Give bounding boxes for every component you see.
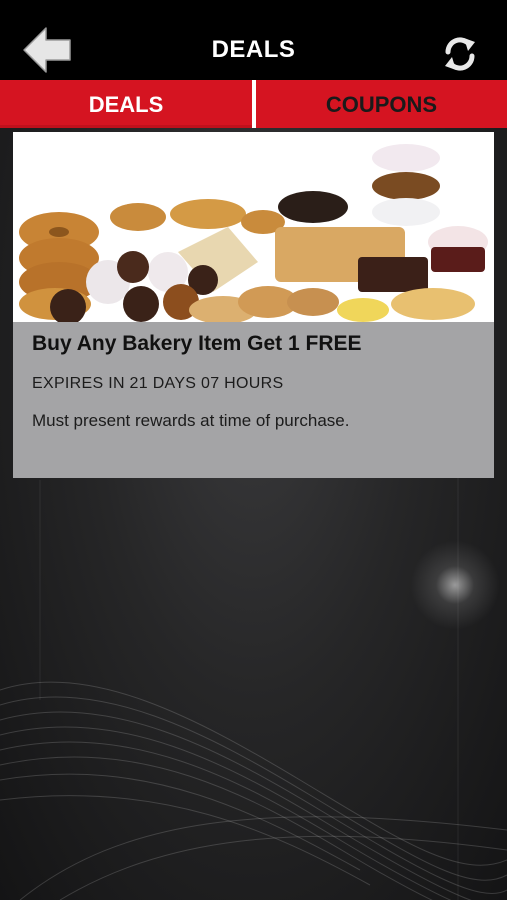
page-title: DEALS: [211, 36, 296, 63]
deal-card[interactable]: Buy Any Bakery Item Get 1 FREE EXPIRES I…: [13, 132, 494, 478]
refresh-button[interactable]: [440, 34, 480, 74]
deal-image: [13, 132, 494, 322]
back-button[interactable]: [22, 26, 74, 78]
tab-bar: DEALS COUPONS: [0, 80, 507, 128]
tab-deals[interactable]: DEALS: [0, 80, 252, 128]
back-arrow-icon: [23, 27, 71, 73]
deal-description: Must present rewards at time of purchase…: [32, 411, 350, 430]
bakery-items-illustration: [13, 132, 494, 322]
top-bar: DEALS: [0, 0, 507, 80]
background-light-flare: [410, 540, 500, 630]
refresh-icon: [445, 37, 475, 71]
deal-expiration: EXPIRES IN 21 DAYS 07 HOURS: [32, 375, 284, 392]
tab-coupons[interactable]: COUPONS: [256, 80, 507, 128]
deal-title: Buy Any Bakery Item Get 1 FREE: [32, 332, 362, 355]
